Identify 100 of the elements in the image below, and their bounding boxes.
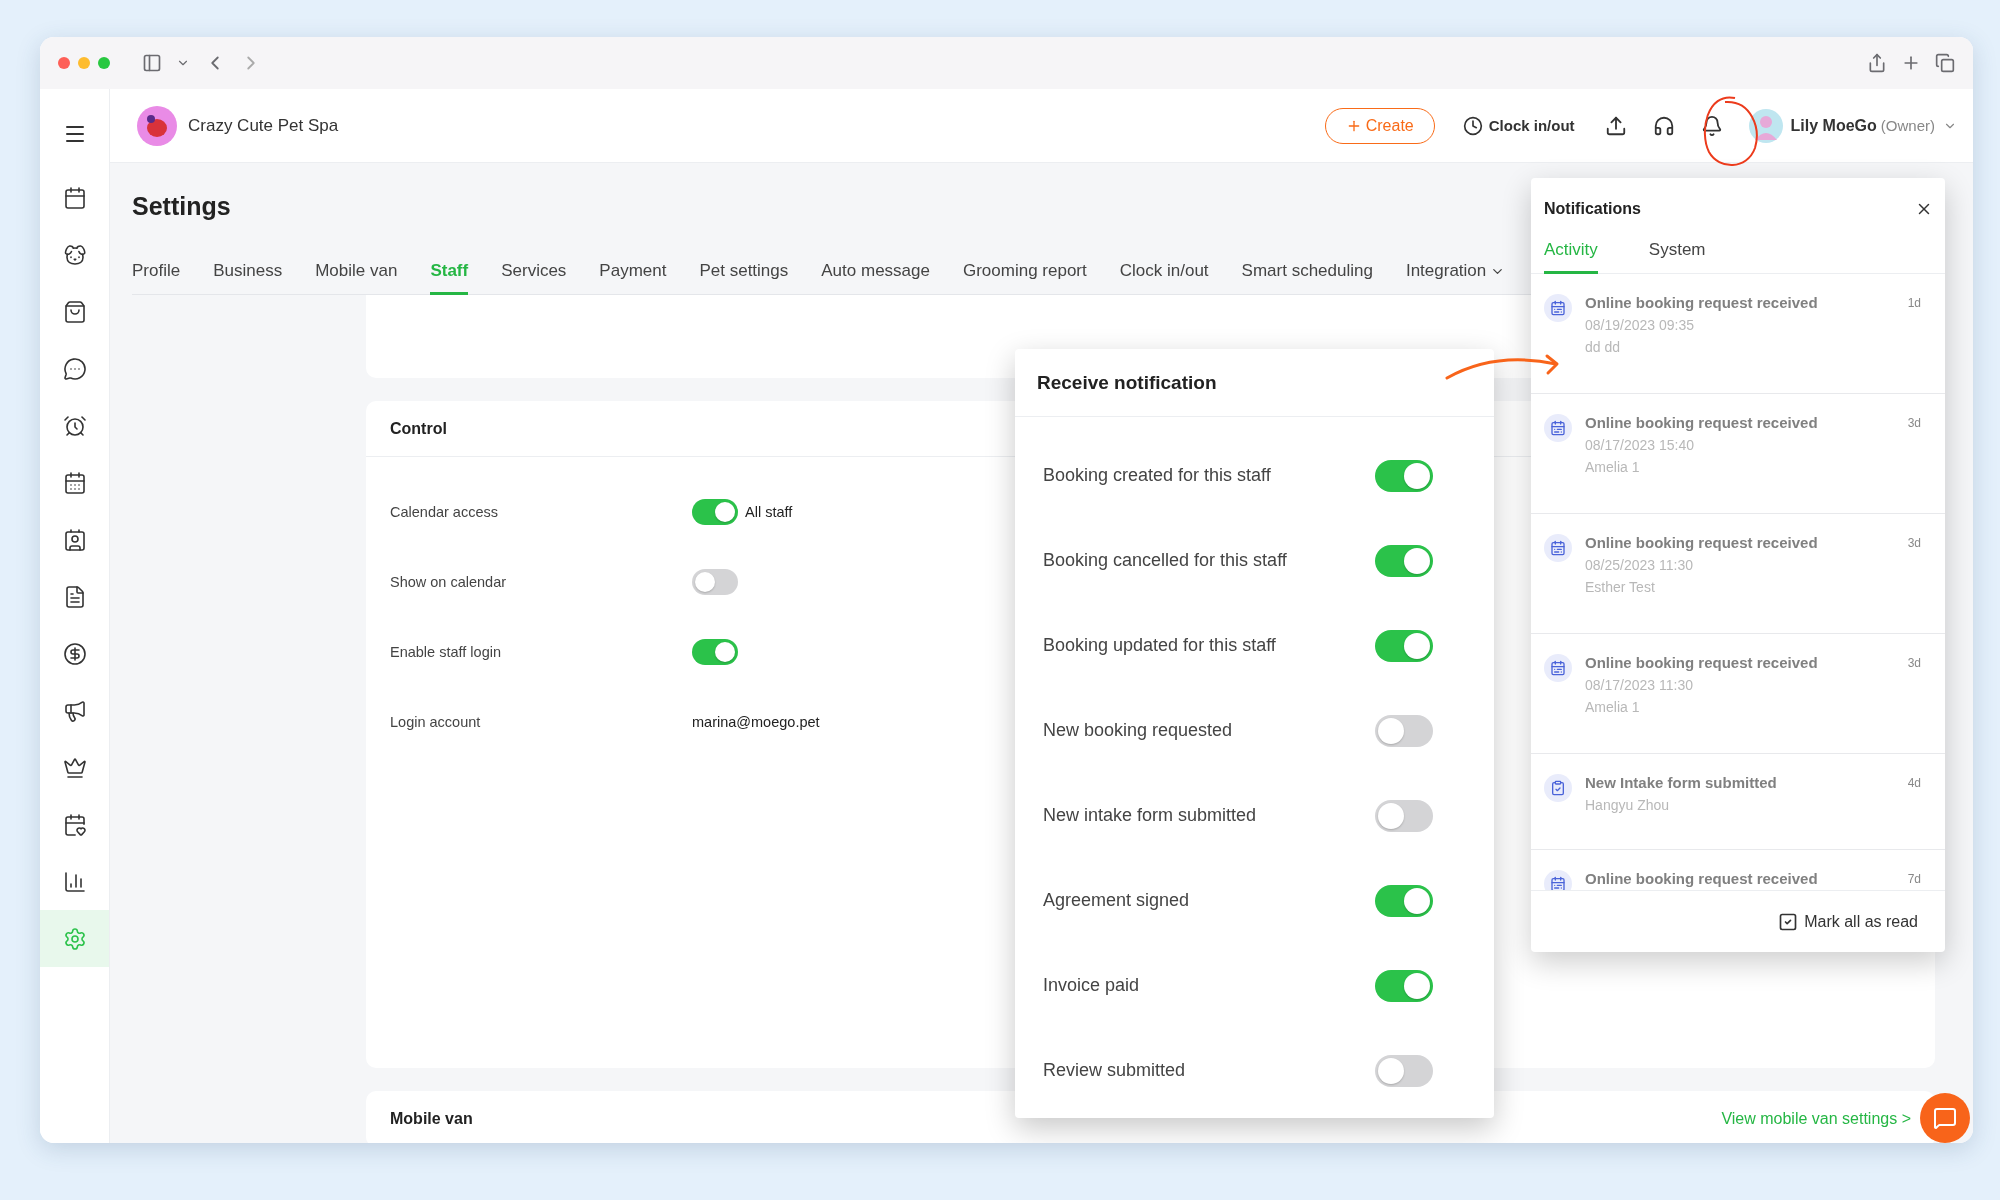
settings-tab[interactable]: Profile — [132, 261, 181, 295]
setting-label: New booking requested — [1043, 720, 1233, 741]
notification-age: 7d — [1907, 872, 1921, 888]
avatar[interactable] — [1748, 108, 1783, 143]
toggle-switch[interactable] — [1375, 544, 1433, 577]
page-title: Settings — [132, 192, 231, 221]
notification-item[interactable]: Online booking request received 08/17/2023 11:30 Amelia 1 3d — [1531, 634, 1945, 754]
toggle-switch[interactable] — [692, 569, 738, 595]
share-icon[interactable] — [1867, 53, 1887, 73]
toggle-switch[interactable] — [1375, 459, 1433, 492]
notification-age: 1d — [1907, 296, 1921, 312]
bell-icon[interactable] — [1700, 114, 1723, 137]
crown-icon — [62, 755, 87, 780]
panel-tab[interactable]: System — [1648, 240, 1706, 274]
settings-tab[interactable]: Smart scheduling — [1241, 261, 1373, 295]
notification-date: 08/19/2023 09:35 — [1585, 317, 1695, 333]
settings-tab[interactable]: Business — [213, 261, 283, 295]
calendar-icon — [1544, 654, 1572, 682]
toggle-switch[interactable] — [1375, 629, 1433, 662]
switch-label: All staff — [745, 504, 793, 520]
notification-title: Online booking request received — [1585, 414, 1819, 431]
field-label: Enable staff login — [390, 644, 502, 660]
setting-label: Review submitted — [1043, 1060, 1186, 1081]
notification-title: Online booking request received — [1585, 654, 1819, 671]
notification-item[interactable]: Online booking request received 7d — [1531, 850, 1945, 890]
settings-tab[interactable]: Auto message — [821, 261, 930, 295]
setting-label: Booking updated for this staff — [1043, 635, 1276, 656]
setting-label: Agreement signed — [1043, 890, 1190, 911]
notification-date: 08/17/2023 15:40 — [1585, 437, 1695, 453]
notification-detail: Hangyu Zhou — [1585, 797, 1671, 813]
field-label: Login account — [390, 714, 482, 730]
toggle-switch[interactable] — [692, 499, 738, 525]
setting-label: Invoice paid — [1043, 975, 1140, 996]
settings-tab[interactable]: Pet settings — [699, 261, 789, 295]
notification-item[interactable]: Online booking request received 08/19/2023 09:35 dd dd 1d — [1531, 274, 1945, 394]
settings-tab[interactable]: Payment — [599, 261, 667, 295]
toggle-switch[interactable] — [1375, 799, 1433, 832]
notification-date: 08/17/2023 11:30 — [1585, 677, 1694, 693]
minimize-dot[interactable] — [78, 57, 90, 69]
zoom-dot[interactable] — [98, 57, 110, 69]
card-title: Control — [390, 419, 447, 438]
calendar-icon — [1544, 534, 1572, 562]
notification-age: 3d — [1907, 536, 1921, 552]
notification-age: 3d — [1907, 416, 1921, 432]
toggle-switch[interactable] — [1375, 884, 1433, 917]
notification-age: 3d — [1907, 656, 1921, 672]
toggle-switch[interactable] — [692, 639, 738, 665]
tabs-icon[interactable] — [1935, 53, 1955, 73]
form-icon — [1544, 774, 1572, 802]
field-label: Show on calendar — [390, 574, 508, 590]
setting-label: Booking cancelled for this staff — [1043, 550, 1287, 571]
id-badge-icon — [62, 527, 87, 552]
clock-in-out-button[interactable]: Clock in/out — [1462, 115, 1575, 136]
panel-title: Notifications — [1544, 200, 1641, 218]
settings-icon — [62, 926, 87, 951]
notification-detail: Amelia 1 — [1585, 699, 1641, 715]
setting-label: Booking created for this staff — [1043, 465, 1271, 486]
mark-all-read-button[interactable]: Mark all as read — [1778, 911, 1918, 932]
user-menu[interactable]: Lily MoeGo (Owner) — [1790, 116, 1957, 135]
bag-icon — [62, 299, 87, 324]
popup-title: Receive notification — [1037, 371, 1217, 394]
toggle-switch[interactable] — [1375, 714, 1433, 747]
chat-bubble-icon — [62, 356, 87, 381]
settings-tab[interactable]: Clock in/out — [1119, 261, 1209, 295]
notification-title: Online booking request received — [1585, 870, 1819, 887]
bar-chart-icon — [62, 869, 87, 894]
settings-tab[interactable]: Integration — [1405, 261, 1506, 295]
notification-item[interactable]: New Intake form submitted Hangyu Zhou 4d — [1531, 754, 1945, 850]
toggle-switch[interactable] — [1375, 1054, 1433, 1087]
notification-title: New Intake form submitted — [1585, 774, 1778, 791]
card-title: Mobile van — [390, 1110, 473, 1128]
settings-tab[interactable]: Grooming report — [962, 261, 1087, 295]
upload-icon[interactable] — [1604, 114, 1627, 137]
toggle-switch[interactable] — [1375, 969, 1433, 1002]
notification-title: Online booking request received — [1585, 534, 1819, 551]
notification-detail: Amelia 1 — [1585, 459, 1641, 475]
calendar-icon — [62, 185, 87, 210]
field-label: Calendar access — [390, 504, 499, 520]
field-value: marina@moego.pet — [692, 714, 820, 730]
setting-label: New intake form submitted — [1043, 805, 1257, 826]
calendar-heart-icon — [62, 812, 87, 837]
sidebar-toggle-icon[interactable] — [142, 53, 162, 73]
settings-tab[interactable]: Mobile van — [315, 261, 398, 295]
chat-icon — [1933, 1106, 1957, 1130]
notification-item[interactable]: Online booking request received 08/17/2023 15:40 Amelia 1 3d — [1531, 394, 1945, 514]
logo-icon — [137, 105, 177, 146]
megaphone-icon — [62, 698, 87, 723]
notification-detail: dd dd — [1585, 339, 1622, 355]
headset-icon[interactable] — [1652, 114, 1675, 137]
alarm-clock-icon — [62, 413, 87, 438]
calendar-icon — [1544, 414, 1572, 442]
settings-tab[interactable]: Services — [501, 261, 567, 295]
calendar-icon — [62, 470, 87, 495]
notification-title: Online booking request received — [1585, 294, 1819, 311]
business-name: Crazy Cute Pet Spa — [188, 115, 339, 136]
dollar-icon — [62, 641, 87, 666]
close-dot[interactable] — [58, 57, 70, 69]
notification-date: 08/25/2023 11:30 — [1585, 557, 1694, 573]
clock-icon — [1462, 115, 1483, 136]
notification-item[interactable]: Online booking request received 08/25/2023 11:30 Esther Test 3d — [1531, 514, 1945, 634]
